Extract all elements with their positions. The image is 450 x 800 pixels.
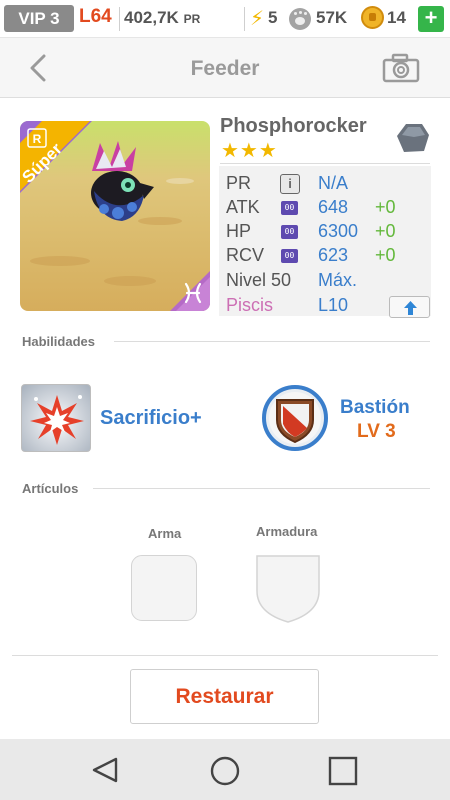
exp-counter: 402,7K PR — [124, 8, 200, 28]
sign-upgrade-button[interactable] — [389, 296, 430, 318]
armor-slot-label: Armadura — [256, 524, 318, 539]
stat-bonus: +0 — [375, 221, 396, 241]
nav-recents-icon[interactable] — [328, 756, 358, 786]
food-value: 57K — [316, 8, 348, 27]
energy-icon: ⚡ — [250, 8, 265, 30]
pisces-sign-icon — [184, 282, 202, 304]
up-arrow-icon — [404, 301, 417, 315]
stat-bonus: +0 — [375, 245, 396, 265]
stat-value: 623 — [318, 245, 349, 265]
divider — [220, 163, 430, 164]
exp-value: 402,7K — [124, 8, 179, 27]
gems-value: 14 — [387, 8, 406, 27]
gem-coin-icon — [361, 6, 384, 29]
rock-element-icon — [397, 124, 429, 152]
stat-row-level: Nivel 50 Máx. — [226, 270, 432, 294]
divider — [244, 7, 245, 31]
stat-label: HP — [226, 221, 252, 241]
divider — [93, 488, 430, 489]
level-value: Máx. — [318, 270, 358, 290]
system-nav-bar — [0, 739, 450, 800]
sign-label: Piscis — [226, 295, 274, 315]
nav-home-icon[interactable] — [209, 755, 241, 787]
stat-chip-icon: 00 — [281, 249, 298, 263]
info-icon[interactable]: i — [280, 174, 300, 194]
restore-button[interactable]: Restaurar — [130, 669, 319, 724]
explosion-icon — [30, 395, 84, 445]
player-level: L64 — [79, 6, 112, 27]
vip-badge[interactable]: VIP 3 — [4, 5, 74, 32]
stat-label: ATK — [226, 197, 260, 217]
passive-skill-icon[interactable] — [261, 384, 329, 452]
abilities-section-title: Habilidades — [22, 334, 95, 349]
exp-unit: PR — [183, 12, 201, 26]
monster-portrait[interactable]: Súper R — [20, 121, 210, 311]
camera-icon[interactable] — [382, 53, 420, 83]
passive-skill-name[interactable]: Bastión — [340, 397, 410, 419]
energy-value: 5 — [268, 8, 278, 27]
armor-slot[interactable] — [254, 553, 322, 625]
add-gems-button[interactable]: + — [418, 6, 444, 32]
active-skill-name[interactable]: Sacrificio+ — [100, 407, 202, 430]
stat-chip-icon: 00 — [281, 225, 298, 239]
passive-skill-level: LV 3 — [357, 421, 396, 442]
stat-label: PR — [226, 173, 252, 193]
stat-chip-icon: 00 — [281, 201, 298, 215]
divider — [114, 341, 430, 342]
stat-value: 648 — [318, 197, 349, 217]
divider — [119, 7, 120, 31]
sign-value: L10 — [318, 295, 349, 315]
level-label: Nivel 50 — [226, 270, 292, 290]
items-section-title: Artículos — [22, 481, 79, 496]
nav-back-icon[interactable] — [90, 756, 120, 784]
monster-name: Phosphorocker — [220, 115, 367, 137]
stat-row-pr: PR i N/A — [226, 173, 432, 197]
status-bar: VIP 3 L64 402,7K PR ⚡ 5 57K 14 + — [0, 0, 450, 38]
stat-value: N/A — [318, 173, 349, 193]
rank-badge: R — [33, 132, 42, 146]
monster-stars: ★★★ — [221, 140, 278, 162]
active-skill-icon[interactable] — [21, 384, 91, 452]
weapon-slot-label: Arma — [148, 526, 182, 541]
food-paw-icon — [289, 8, 311, 30]
nav-bar: Feeder — [0, 38, 450, 98]
stat-value: 6300 — [318, 221, 359, 241]
weapon-slot[interactable] — [131, 555, 197, 621]
divider — [12, 655, 438, 656]
stat-label: RCV — [226, 245, 265, 265]
stat-row-rcv: RCV 00 623 +0 — [226, 245, 432, 269]
stat-row-atk: ATK 00 648 +0 — [226, 197, 432, 221]
stat-bonus: +0 — [375, 197, 396, 217]
stat-row-hp: HP 00 6300 +0 — [226, 221, 432, 245]
